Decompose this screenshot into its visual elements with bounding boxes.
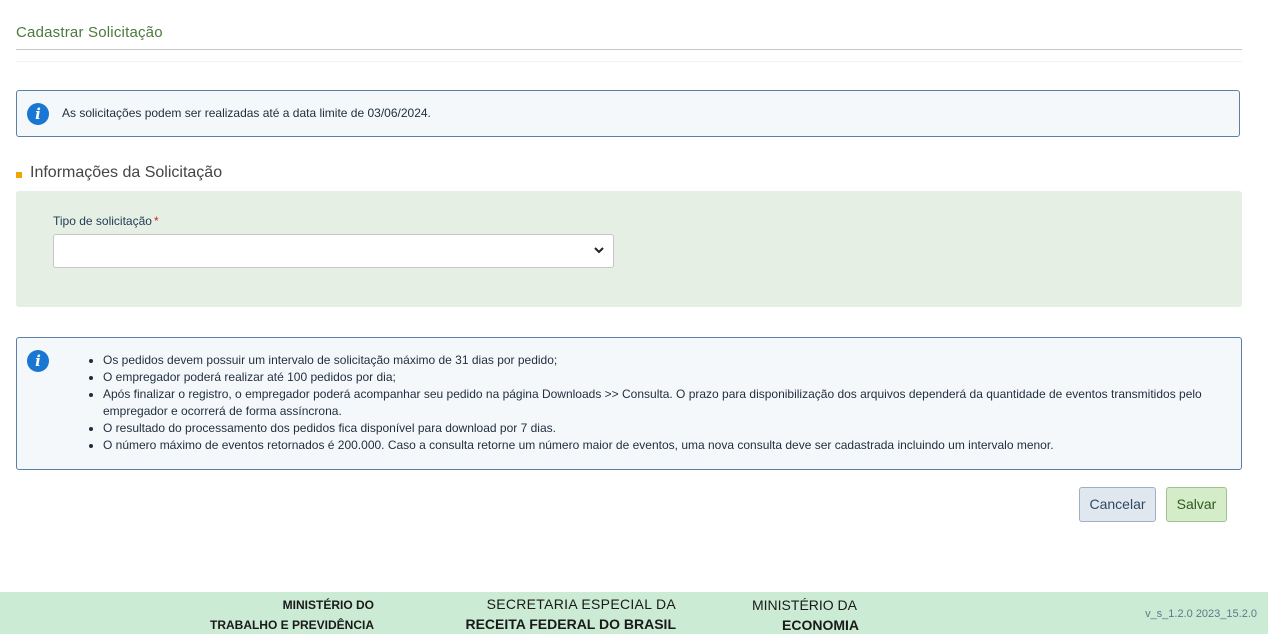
cancel-button[interactable]: Cancelar <box>1079 487 1156 522</box>
required-marker: * <box>153 214 159 228</box>
version-label: v_s_1.2.0 2023_15.2.0 <box>1145 608 1257 620</box>
deadline-notice-text: As solicitações podem ser realizadas até… <box>62 106 431 120</box>
ministry-economy-logo: MINISTÉRIO DA ECONOMIA <box>752 595 859 635</box>
info-icon: i <box>27 350 49 372</box>
ministry-labor-logo: MINISTÉRIO DO TRABALHO E PREVIDÊNCIA <box>210 595 374 635</box>
request-type-label: Tipo de solicitação * <box>53 214 159 228</box>
request-type-select[interactable] <box>53 234 614 268</box>
ministry-economy-line1: MINISTÉRIO DA <box>752 597 858 613</box>
rules-list-item: Os pedidos devem possuir um intervalo de… <box>103 352 1233 369</box>
title-divider-secondary <box>16 61 1242 62</box>
ministry-labor-line1: MINISTÉRIO DO <box>282 598 374 612</box>
rules-notice: i Os pedidos devem possuir um intervalo … <box>16 337 1242 470</box>
rules-list-item: O empregador poderá realizar até 100 ped… <box>103 369 1233 386</box>
save-button[interactable]: Salvar <box>1166 487 1227 522</box>
footer: MINISTÉRIO DO TRABALHO E PREVIDÊNCIA SEC… <box>0 592 1268 634</box>
request-form-panel: Tipo de solicitação * <box>16 191 1242 307</box>
request-type-label-text: Tipo de solicitação <box>53 214 152 228</box>
section-title: Informações da Solicitação <box>30 164 223 181</box>
rules-list-item: Após finalizar o registro, o empregador … <box>103 386 1233 420</box>
deadline-notice: i As solicitações podem ser realizadas a… <box>16 90 1240 137</box>
federal-revenue-logo: SECRETARIA ESPECIAL DA RECEITA FEDERAL D… <box>465 594 676 634</box>
federal-revenue-line1: SECRETARIA ESPECIAL DA <box>486 596 676 612</box>
info-icon: i <box>27 103 49 125</box>
chevron-down-icon <box>594 247 604 254</box>
rules-list: Os pedidos devem possuir um intervalo de… <box>87 352 1233 454</box>
page-title: Cadastrar Solicitação <box>16 24 163 41</box>
rules-list-item: O resultado do processamento dos pedidos… <box>103 420 1233 437</box>
rules-list-item: O número máximo de eventos retornados é … <box>103 437 1233 454</box>
section-marker <box>16 172 22 178</box>
ministry-economy-line2: ECONOMIA <box>782 617 859 633</box>
ministry-labor-line2: TRABALHO E PREVIDÊNCIA <box>209 618 374 632</box>
title-divider <box>16 49 1242 50</box>
federal-revenue-line2: RECEITA FEDERAL DO BRASIL <box>465 616 676 632</box>
